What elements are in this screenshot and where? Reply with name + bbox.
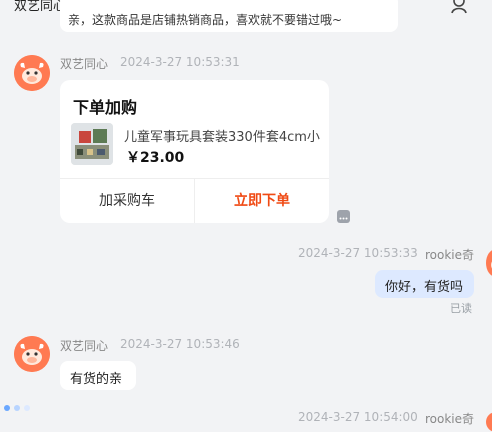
message-text: 亲，这款商品是店铺热销商品，喜欢就不要错过哦~ [68,13,343,27]
message-text: 你好，有货吗 [385,280,464,295]
message-text: 有货的亲 [70,372,123,387]
sender-name: rookie奇 [425,248,475,262]
toy-set-image [71,123,113,165]
loading-dot [4,405,10,411]
message-time: 2024-3-27 10:53:33 [298,246,418,260]
product-name[interactable]: 儿童军事玩具套装330件套4cm小 [124,126,320,145]
loading-dot [24,405,30,411]
my-message-bubble: 你好，有货吗 [375,270,474,298]
my-avatar[interactable] [486,412,492,432]
loading-dot [14,405,20,411]
product-thumbnail[interactable] [71,123,113,165]
read-status: 已读 [450,302,472,315]
order-now-button[interactable]: 立即下单 [195,179,329,223]
my-avatar[interactable] [486,249,492,277]
message-time: 2024-3-27 10:54:00 [298,410,418,424]
card-title: 下单加购 [73,98,138,117]
message-bubble: 有货的亲 [60,361,136,390]
sender-name: 双艺同心 [60,339,109,353]
product-price: ￥23.00 [126,150,185,166]
seller-avatar[interactable] [14,55,50,91]
bull-icon [491,261,492,269]
message-time: 2024-3-27 10:53:31 [120,55,240,69]
add-to-cart-button[interactable]: 加采购车 [60,179,194,223]
order-card: 下单加购 儿童军事玩具套装330件套4cm小 ￥23.00 加采购车 立即下单 [60,80,329,223]
bull-icon [14,336,50,372]
sender-name: rookie奇 [425,412,475,426]
bull-icon [14,55,50,91]
more-icon[interactable] [337,210,350,223]
user-icon[interactable] [450,0,470,14]
seller-avatar[interactable] [14,336,50,372]
sender-name: 双艺同心 [60,57,109,71]
message-time: 2024-3-27 10:53:46 [120,337,240,351]
message-bubble: 亲，这款商品是店铺热销商品，喜欢就不要错过哦~ [60,0,398,32]
chat-title: 双艺同心 [14,0,67,14]
